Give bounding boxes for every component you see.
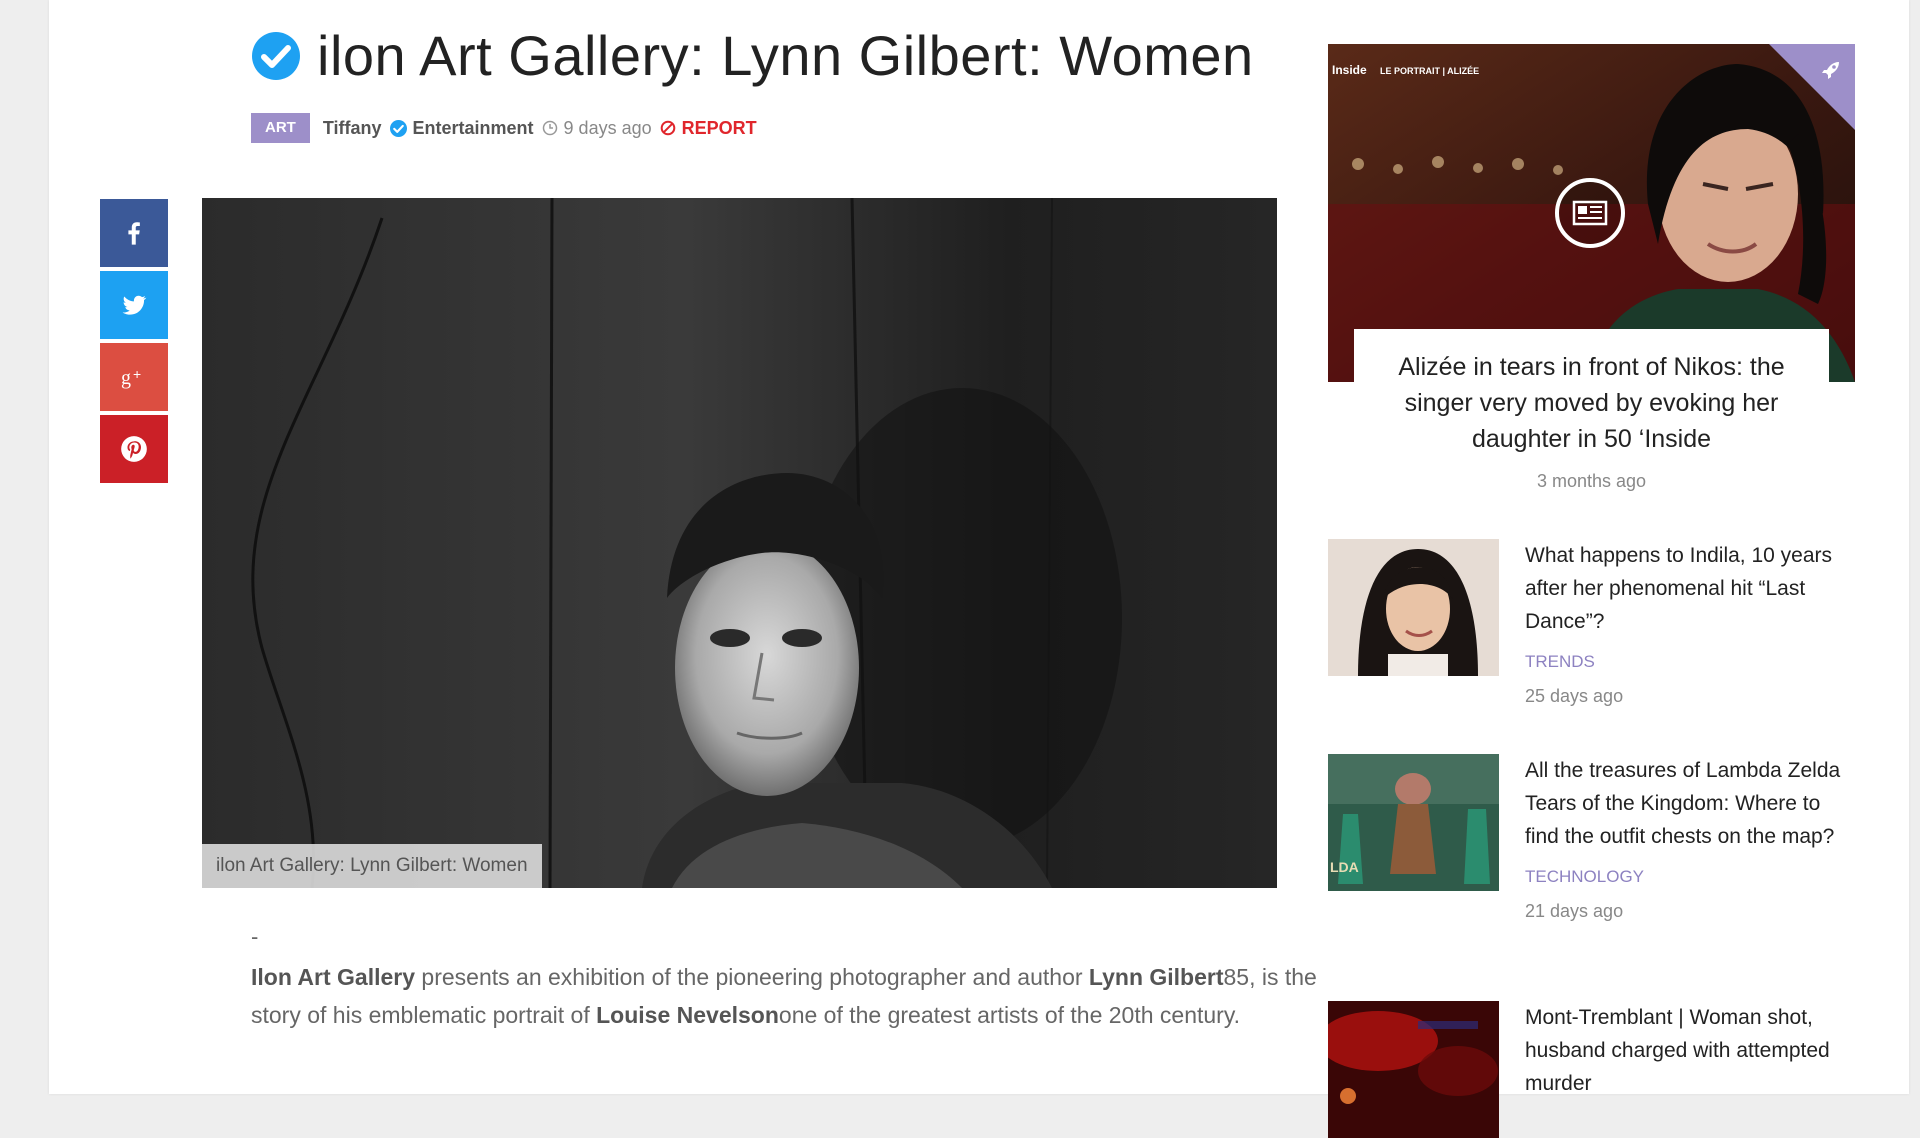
list-item-title[interactable]: All the treasures of Lambda Zelda Tears … xyxy=(1525,754,1855,853)
gallery-name: Ilon Art Gallery xyxy=(251,964,416,990)
article-meta: ART Tiffany Entertainment 9 days ago REP… xyxy=(251,113,757,143)
list-item-thumbnail[interactable]: LDA xyxy=(1328,754,1499,891)
list-item-text: What happens to Indila, 10 years after h… xyxy=(1525,539,1855,707)
photographer-name: Lynn Gilbert xyxy=(1088,964,1224,990)
separator-dash: - xyxy=(251,924,259,949)
facebook-icon xyxy=(128,222,140,245)
twitter-icon xyxy=(122,295,147,315)
featured-card-text[interactable]: Alizée in tears in front of Nikos: the s… xyxy=(1354,329,1829,492)
verified-badge-icon xyxy=(252,32,300,80)
list-item-title[interactable]: Mont-Tremblant | Woman shot, husband cha… xyxy=(1525,1001,1855,1100)
list-item-category[interactable]: TECHNOLOGY xyxy=(1525,867,1855,887)
list-item[interactable]: LDA All the treasures of Lambda Zelda Te… xyxy=(1328,754,1848,954)
portrait-photo xyxy=(202,198,1277,888)
featured-corner-ribbon xyxy=(1769,44,1855,130)
artist-name: Louise Nevelson xyxy=(596,1002,779,1028)
list-item-thumbnail[interactable] xyxy=(1328,1001,1499,1138)
pinterest-share-button[interactable] xyxy=(100,415,168,483)
twitter-share-button[interactable] xyxy=(100,271,168,339)
list-item-category[interactable]: TRENDS xyxy=(1525,652,1855,672)
article-title: ilon Art Gallery: Lynn Gilbert: Women xyxy=(317,24,1254,87)
list-item-thumbnail[interactable] xyxy=(1328,539,1499,676)
section-link[interactable]: Entertainment xyxy=(413,118,534,139)
list-item[interactable]: Mont-Tremblant | Woman shot, husband cha… xyxy=(1328,1001,1848,1138)
image-caption: ilon Art Gallery: Lynn Gilbert: Women xyxy=(202,844,542,888)
police-photo xyxy=(1328,1001,1499,1138)
article-body: Ilon Art Gallery presents an exhibition … xyxy=(251,964,1317,1028)
article-time: 9 days ago xyxy=(563,117,652,138)
pinterest-icon xyxy=(121,436,147,462)
newspaper-icon xyxy=(1555,178,1625,248)
svg-text:+: + xyxy=(133,366,141,382)
list-item-time: 25 days ago xyxy=(1525,686,1624,706)
google-plus-icon: g + xyxy=(121,366,141,389)
share-bar: g + xyxy=(100,199,168,487)
ban-icon xyxy=(660,120,675,136)
google-plus-share-button[interactable]: g + xyxy=(100,343,168,411)
featured-time: 3 months ago xyxy=(1536,471,1647,491)
zelda-photo: LDA xyxy=(1328,754,1499,891)
facebook-share-button[interactable] xyxy=(100,199,168,267)
page: ilon Art Gallery: Lynn Gilbert: Women AR… xyxy=(49,0,1909,1138)
hero-image: ilon Art Gallery: Lynn Gilbert: Women xyxy=(202,198,1277,888)
verified-icon xyxy=(389,119,407,137)
featured-overlay-subtitle: LE PORTRAIT | ALIZÉE xyxy=(1380,66,1479,76)
category-badge[interactable]: ART xyxy=(251,113,310,143)
svg-text:LDA: LDA xyxy=(1330,859,1359,875)
list-item-text: All the treasures of Lambda Zelda Tears … xyxy=(1525,754,1855,922)
featured-overlay-logo: Inside xyxy=(1332,63,1367,77)
list-item-title[interactable]: What happens to Indila, 10 years after h… xyxy=(1525,539,1855,638)
list-item[interactable]: What happens to Indila, 10 years after h… xyxy=(1328,539,1848,706)
author-link[interactable]: Tiffany xyxy=(323,118,382,139)
list-item-text: Mont-Tremblant | Woman shot, husband cha… xyxy=(1525,1001,1855,1100)
svg-text:g: g xyxy=(121,367,131,389)
indila-photo xyxy=(1328,539,1499,676)
clock-icon xyxy=(542,120,557,136)
featured-title[interactable]: Alizée in tears in front of Nikos: the s… xyxy=(1374,349,1809,457)
list-item-time: 21 days ago xyxy=(1525,901,1624,921)
rocket-icon xyxy=(1822,62,1839,79)
report-link[interactable]: REPORT xyxy=(682,118,757,139)
